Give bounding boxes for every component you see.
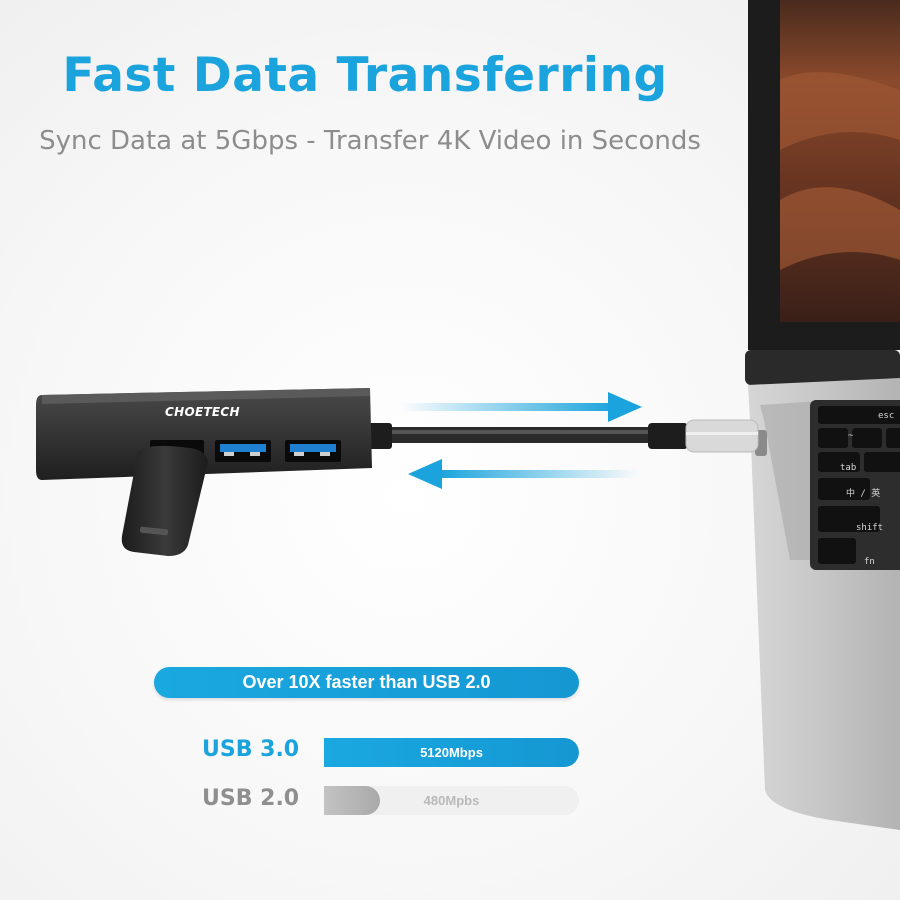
usb-hub: CHOETECH — [36, 388, 372, 556]
usb3-label: USB 3.0 — [202, 737, 300, 762]
key-fn: fn — [864, 557, 875, 567]
usb-c-cable — [364, 419, 759, 453]
key-tilde: ~ — [848, 431, 854, 441]
transfer-arrow-right — [400, 392, 642, 422]
usb-port-2 — [285, 440, 341, 462]
usb2-bar: 480Mpbs — [324, 786, 579, 815]
laptop-screen-image — [780, 0, 900, 322]
usb3-speed-value: 5120Mbps — [420, 745, 483, 760]
key-shift: shift — [856, 523, 883, 533]
usb2-speed-value: 480Mpbs — [423, 793, 480, 808]
transfer-arrow-left — [408, 459, 638, 489]
key-lang: 中 / 英 — [846, 487, 880, 499]
usb3-bar: 5120Mbps — [324, 738, 579, 767]
key-tab: tab — [840, 463, 856, 473]
usb2-label: USB 2.0 — [202, 786, 300, 811]
laptop: esc ~ tab 中 / 英 shift fn — [745, 0, 900, 830]
usb-port-1 — [215, 440, 271, 462]
brand-logo: CHOETECH — [165, 405, 240, 419]
comparison-banner: Over 10X faster than USB 2.0 — [154, 667, 579, 698]
key-esc: esc — [878, 411, 894, 421]
